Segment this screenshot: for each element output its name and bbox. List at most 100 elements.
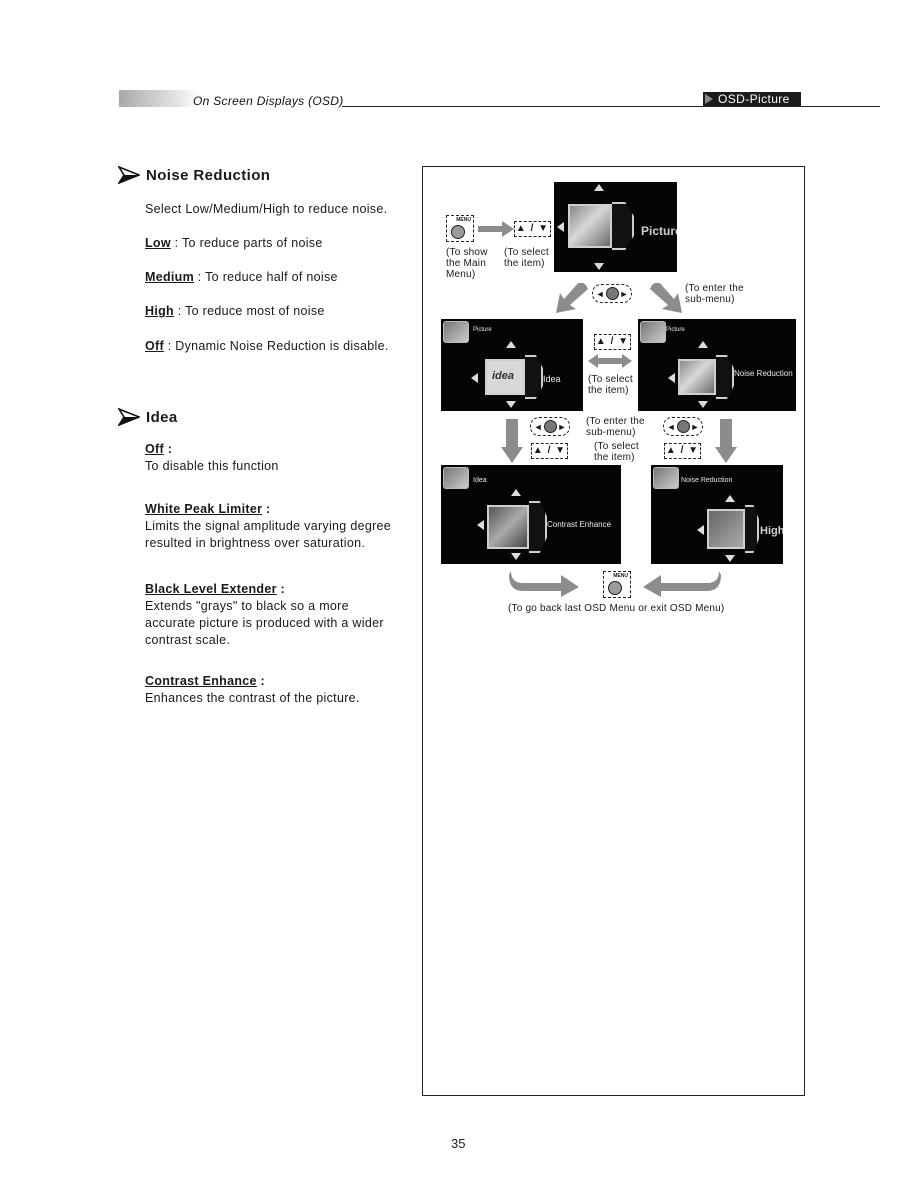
menu-cube-icon	[568, 204, 612, 248]
left-arrow-icon: ◄	[666, 421, 676, 432]
idea-option-black-level-extender: Black Level Extender : Extends "grays" t…	[145, 581, 384, 649]
right-arrow-icon: ►	[557, 421, 567, 432]
mini-cube-icon	[640, 321, 666, 343]
note-select-item: (To select the item)	[588, 374, 633, 396]
up-down-button: ▲ / ▼	[514, 221, 551, 237]
option-term: Black Level Extender	[145, 582, 277, 596]
note-line: sub-menu)	[586, 427, 636, 438]
down-triangle-icon	[511, 553, 521, 560]
option-term: Off	[145, 442, 164, 456]
up-triangle-icon	[725, 495, 735, 502]
note-line: the item)	[504, 258, 545, 269]
mini-cube-icon	[443, 321, 469, 343]
curved-arrow-left-icon	[643, 571, 721, 597]
enter-knob-icon	[543, 420, 557, 433]
osd-item-label: Picture	[641, 224, 677, 238]
header-section-title: On Screen Displays (OSD)	[193, 94, 344, 108]
menu-knob-icon	[451, 225, 465, 239]
note-line: the Main	[446, 258, 486, 269]
header-tag-label: OSD-Picture	[718, 92, 790, 106]
note-line: (To select	[588, 374, 633, 385]
down-triangle-icon	[594, 263, 604, 270]
up-triangle-icon	[698, 341, 708, 348]
osd-screen-high: Noise Reduction High	[651, 465, 783, 564]
option-low: Low : To reduce parts of noise	[145, 235, 323, 252]
bullet-arrow-icon	[118, 408, 140, 426]
double-arrow-icon	[588, 354, 632, 368]
header-gradient-bar	[119, 90, 199, 107]
osd-screen-noise-reduction: Picture Noise Reduction	[638, 319, 796, 411]
osd-item-label: Idea	[543, 374, 561, 384]
note-line: the item)	[594, 452, 635, 463]
enter-knob-icon	[605, 287, 619, 300]
option-desc: : To reduce half of noise	[194, 270, 338, 284]
option-desc-line: To disable this function	[145, 459, 279, 473]
idea-option-white-peak-limiter: White Peak Limiter : Limits the signal a…	[145, 501, 391, 552]
down-triangle-icon	[698, 401, 708, 408]
note-go-back: (To go back last OSD Menu or exit OSD Me…	[508, 603, 725, 614]
header-tag: OSD-Picture	[703, 92, 801, 106]
osd-screen-idea: Picture idea Idea	[441, 319, 583, 411]
option-desc-line: contrast scale.	[145, 633, 231, 647]
down-triangle-icon	[725, 555, 735, 562]
cube-side	[745, 505, 759, 553]
noise-cube-icon	[678, 359, 716, 395]
option-desc: : To reduce parts of noise	[170, 236, 323, 250]
left-triangle-icon	[557, 222, 564, 232]
mini-cube-icon	[443, 467, 469, 489]
option-term: White Peak Limiter	[145, 502, 263, 516]
idea-title: Idea	[146, 408, 178, 426]
left-arrow-icon: ◄	[595, 288, 605, 299]
idea-option-off: Off : To disable this function	[145, 441, 279, 475]
menu-button: MENU	[446, 215, 474, 242]
note-line: sub-menu)	[685, 294, 735, 305]
option-term: High	[145, 304, 174, 318]
option-colon: :	[256, 674, 266, 688]
option-medium: Medium : To reduce half of noise	[145, 269, 338, 286]
option-desc-line: Enhances the contrast of the picture.	[145, 691, 360, 705]
left-triangle-icon	[668, 373, 675, 383]
note-show-main-menu: (To show the Main Menu)	[446, 247, 488, 280]
right-arrow-icon: ►	[690, 421, 700, 432]
up-triangle-icon	[506, 341, 516, 348]
option-colon: :	[163, 442, 173, 456]
left-arrow-icon: ◄	[533, 421, 543, 432]
high-cube-icon	[707, 509, 745, 549]
osd-item-label: High	[760, 525, 783, 537]
note-line: (To select	[594, 441, 639, 452]
osd-parent-label: Noise Reduction	[681, 477, 733, 484]
note-line: (To enter the	[685, 283, 744, 294]
option-desc: : To reduce most of noise	[173, 304, 325, 318]
arrow-down-left-icon	[556, 283, 588, 313]
osd-item-label: Contrast Enhance	[547, 520, 612, 529]
cube-side	[716, 355, 734, 399]
option-desc-line: Extends "grays" to black so a more	[145, 599, 349, 613]
up-down-button: ▲ / ▼	[664, 443, 701, 459]
note-select-item: (To select the item)	[504, 247, 549, 269]
play-triangle-icon	[705, 94, 713, 104]
osd-navigation-diagram: MENU ▲ / ▼ (To show the Main Menu) (To s…	[422, 166, 805, 1096]
note-line: (To enter the	[586, 416, 645, 427]
menu-caption: MENU	[456, 217, 471, 223]
arrow-down-icon	[715, 419, 737, 463]
option-desc-line: Limits the signal amplitude varying degr…	[145, 519, 392, 533]
option-off: Off : Dynamic Noise Reduction is disable…	[145, 338, 389, 355]
idea-heading: Idea	[118, 408, 178, 426]
up-triangle-icon	[511, 489, 521, 496]
page-number: 35	[451, 1136, 466, 1151]
option-colon: :	[276, 582, 286, 596]
enter-button: ◄ ►	[530, 417, 570, 436]
note-line: the item)	[588, 385, 629, 396]
idea-option-contrast-enhance: Contrast Enhance : Enhances the contrast…	[145, 673, 360, 707]
osd-parent-label: Picture	[473, 327, 492, 333]
left-triangle-icon	[697, 525, 704, 535]
option-term: Off	[145, 339, 164, 353]
up-down-button: ▲ / ▼	[594, 334, 631, 350]
arrow-down-right-icon	[650, 283, 682, 313]
noise-reduction-intro: Select Low/Medium/High to reduce noise.	[145, 202, 388, 216]
noise-reduction-title: Noise Reduction	[146, 166, 271, 184]
idea-cube-icon: idea	[485, 359, 525, 395]
note-enter-submenu: (To enter the sub-menu)	[586, 416, 645, 438]
cube-side	[525, 355, 543, 399]
enter-button: ◄ ►	[663, 417, 703, 436]
